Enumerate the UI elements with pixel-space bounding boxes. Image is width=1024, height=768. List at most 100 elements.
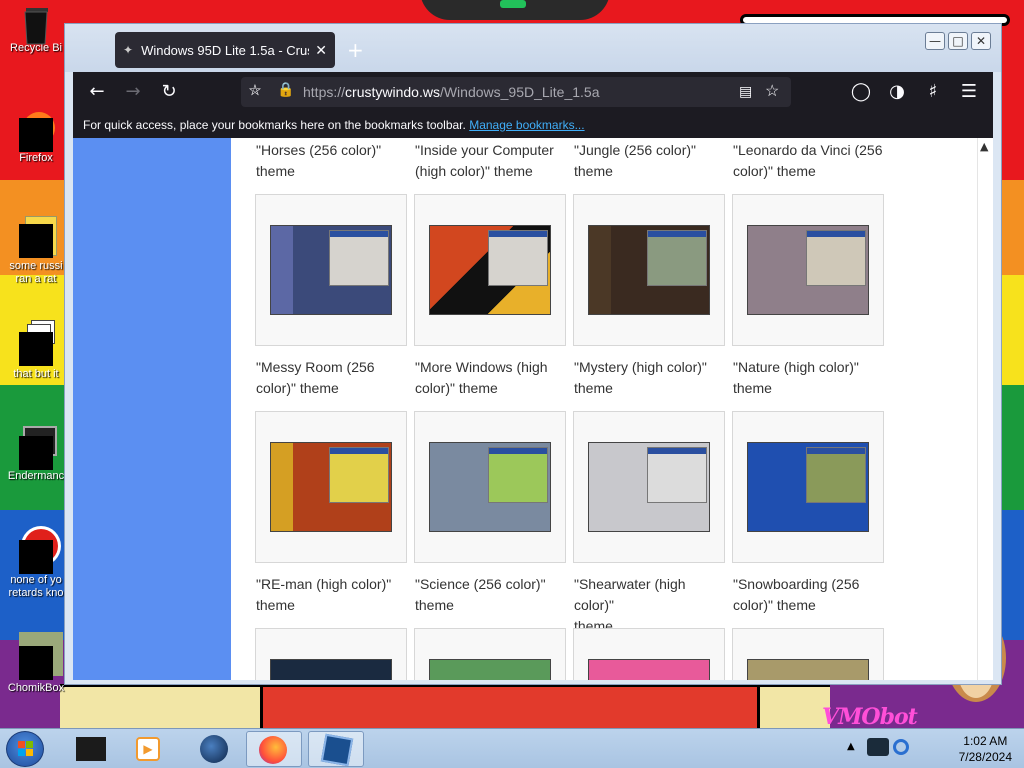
desktop-icon-some-russi[interactable]: some russi ran a rat (0, 216, 72, 286)
theme-screenshot (270, 225, 392, 315)
desktop-icon-none-of-yo[interactable]: none of yo retards kno (0, 526, 72, 600)
menu-hamburger-icon[interactable]: ☰ (957, 80, 981, 104)
theme-screenshot (747, 659, 869, 680)
forward-button[interactable]: → (121, 80, 145, 104)
bookmarks-toolbar: For quick access, place your bookmarks h… (73, 112, 993, 138)
desktop-icon-firefox[interactable]: Firefox (0, 112, 72, 165)
theme-screenshot (747, 442, 869, 532)
clock-date: 7/28/2024 (958, 750, 1012, 764)
theme-preview-card[interactable] (255, 628, 407, 680)
reader-view-icon[interactable]: ▤ (739, 83, 752, 100)
account-icon[interactable]: ◑ (885, 80, 909, 104)
extensions-icon[interactable]: ♯ (921, 80, 945, 104)
tray-app-icon[interactable] (867, 738, 889, 756)
media-player-icon: ▶ (136, 737, 160, 761)
maximize-button[interactable]: □ (948, 32, 968, 50)
clock[interactable]: 1:02 AM 7/28/2024 (959, 733, 1012, 765)
theme-preview-card[interactable] (255, 194, 407, 346)
desktop-icon-chomikbox[interactable]: ChomikBox (0, 632, 72, 695)
chomikbox-icon (19, 632, 63, 680)
close-tab-icon[interactable]: ✕ (315, 42, 327, 59)
page-content: "Horses (256 color)" theme "Inside your C… (73, 138, 993, 680)
theme-caption: "Messy Room (256 color)" theme (256, 359, 375, 396)
theme-preview-card[interactable] (414, 628, 566, 680)
theme-preview-card[interactable] (573, 194, 725, 346)
vertical-scrollbar[interactable]: ▲ (977, 138, 993, 680)
theme-caption: "Snowboarding (256 color)" theme (733, 576, 860, 613)
taskbar-media-player[interactable]: ▶ (122, 731, 178, 767)
globe-icon (200, 735, 228, 763)
shield-icon[interactable]: ⛥ (249, 82, 261, 99)
theme-caption: "Jungle (256 color)" theme (574, 142, 697, 179)
taskbar-virtualbox[interactable] (308, 731, 364, 767)
close-window-button[interactable]: ✕ (971, 32, 991, 50)
lock-icon[interactable]: 🔒 (277, 81, 294, 98)
theme-caption: "Inside your Computer (high color)" theme (415, 142, 554, 179)
document-icon (19, 216, 57, 258)
bookmark-star-icon[interactable]: ☆ (765, 81, 779, 101)
theme-screenshot (429, 225, 551, 315)
url-text: https://crustywindo.ws/Windows_95D_Lite_… (303, 84, 600, 100)
site-favicon-icon: ✦ (123, 43, 134, 57)
theme-caption: "Horses (256 color)" theme (256, 142, 382, 179)
theme-caption: "More Windows (high color)" theme (415, 359, 548, 396)
pocket-icon[interactable]: ◯ (849, 80, 873, 104)
title-bar: ✦ Windows 95D Lite 1.5a - Crusty ✕ + — □… (65, 24, 1001, 72)
stacked-windows-icon (19, 320, 55, 366)
manage-bookmarks-link[interactable]: Manage bookmarks... (469, 118, 584, 132)
window-app-icon (19, 426, 57, 470)
back-button[interactable]: ← (85, 80, 109, 104)
taskbar-globe[interactable] (186, 731, 242, 767)
reload-button[interactable]: ↻ (157, 80, 181, 104)
show-hidden-icons-icon[interactable]: ▲ (847, 741, 855, 752)
theme-screenshot (429, 659, 551, 680)
theme-screenshot (270, 442, 392, 532)
firefox-icon (19, 112, 55, 152)
cartoon-outline-bottom (60, 684, 830, 728)
address-bar[interactable]: ⛥ 🔒 https://crustywindo.ws/Windows_95D_L… (241, 77, 791, 107)
theme-caption: "Leonardo da Vinci (256 color)" theme (733, 142, 883, 179)
theme-preview-card[interactable] (732, 194, 884, 346)
tab-title: Windows 95D Lite 1.5a - Crusty (141, 42, 310, 58)
recycle-bin-icon (19, 6, 53, 45)
left-sidebar (73, 138, 231, 680)
theme-screenshot (588, 225, 710, 315)
theme-preview-card[interactable] (414, 411, 566, 563)
circle-app-icon (19, 526, 61, 574)
taskbar: ▶ ▲ 1:02 AM 7/28/2024 (0, 728, 1024, 768)
firefox-icon (259, 736, 287, 764)
vmobot-watermark: VMObot (822, 704, 918, 728)
theme-screenshot (747, 225, 869, 315)
theme-screenshot (588, 442, 710, 532)
theme-caption: "Nature (high color)" theme (733, 359, 859, 396)
theme-preview-card[interactable] (573, 411, 725, 563)
desktop-icon-recycle-bin[interactable]: Recycle Bi (0, 6, 72, 55)
new-tab-button[interactable]: + (347, 38, 364, 62)
virtualbox-icon (320, 733, 354, 767)
desktop-icon-that-but-it[interactable]: that but it (0, 320, 72, 381)
theme-preview-card[interactable] (255, 411, 407, 563)
start-button[interactable] (6, 731, 44, 767)
theme-preview-card[interactable] (414, 194, 566, 346)
minimize-button[interactable]: — (925, 32, 945, 50)
clock-time: 1:02 AM (963, 734, 1008, 748)
taskbar-app-box[interactable] (64, 731, 120, 767)
theme-preview-card[interactable] (573, 628, 725, 680)
theme-preview-card[interactable] (732, 411, 884, 563)
theme-caption: "RE-man (high color)" theme (256, 576, 392, 613)
desktop-icon-endermanc[interactable]: Endermanc (0, 426, 72, 483)
theme-screenshot (429, 442, 551, 532)
scroll-up-icon[interactable]: ▲ (980, 140, 988, 153)
theme-screenshot (270, 659, 392, 680)
black-box-icon (76, 737, 106, 761)
navigation-toolbar: ← → ↻ ⛥ 🔒 https://crustywindo.ws/Windows… (73, 72, 993, 112)
bookmarks-message: For quick access, place your bookmarks h… (83, 118, 466, 132)
cartoon-head-top (420, 0, 610, 20)
browser-window: ✦ Windows 95D Lite 1.5a - Crusty ✕ + — □… (64, 23, 1002, 685)
tab-active[interactable]: ✦ Windows 95D Lite 1.5a - Crusty ✕ (115, 32, 335, 68)
network-icon[interactable] (893, 739, 909, 755)
theme-caption: "Mystery (high color)" theme (574, 359, 707, 396)
theme-preview-card[interactable] (732, 628, 884, 680)
taskbar-firefox[interactable] (246, 731, 302, 767)
windows-logo-icon (18, 741, 33, 756)
